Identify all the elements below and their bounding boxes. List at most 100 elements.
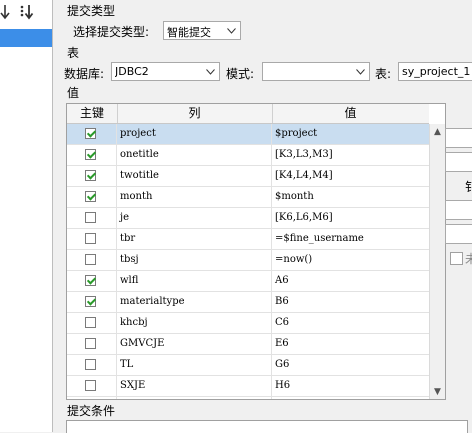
primary-key-checkbox[interactable] [85, 380, 96, 391]
primary-key-checkbox[interactable] [85, 170, 96, 181]
column-cell[interactable]: tbsj [117, 250, 272, 270]
value-cell[interactable]: C6 [272, 313, 429, 333]
chevron-down-icon[interactable] [352, 63, 369, 80]
primary-key-checkbox[interactable] [85, 191, 96, 202]
column-cell[interactable]: month [117, 187, 272, 207]
value-cell[interactable]: I6 [272, 397, 429, 399]
database-select[interactable]: JDBC2 [111, 62, 220, 81]
column-cell[interactable]: twotitle [117, 166, 272, 186]
value-cell[interactable]: $month [272, 187, 429, 207]
primary-key-checkbox[interactable] [85, 212, 96, 223]
selected-tree-item[interactable] [0, 29, 52, 47]
side-input-2[interactable] [445, 152, 472, 172]
key-cell [67, 145, 117, 165]
table-row[interactable]: tbsj =now() [67, 250, 429, 271]
primary-key-checkbox[interactable] [85, 338, 96, 349]
grid-header: 主键 列 值 [67, 104, 429, 124]
key-cell [67, 313, 117, 333]
column-cell[interactable]: GMVCJE [117, 334, 272, 354]
database-value: JDBC2 [115, 65, 149, 78]
submit-type-select[interactable]: 智能提交 [163, 21, 241, 40]
primary-key-checkbox[interactable] [85, 296, 96, 307]
primary-key-checkbox[interactable] [85, 275, 96, 286]
value-cell[interactable]: A6 [272, 271, 429, 291]
primary-key-checkbox[interactable] [85, 254, 96, 265]
value-cell[interactable]: G6 [272, 355, 429, 375]
primary-key-checkbox[interactable] [85, 359, 96, 370]
table-row[interactable]: je [K6,L6,M6] [67, 208, 429, 229]
column-cell[interactable]: khcbj [117, 313, 272, 333]
scroll-down-icon[interactable]: ▼ [430, 384, 445, 399]
value-cell[interactable]: [K6,L6,M6] [272, 208, 429, 228]
table-label: 表: [375, 67, 392, 81]
column-cell[interactable]: materialtype [117, 292, 272, 312]
grid-vertical-scrollbar[interactable]: ▲ ▼ [429, 124, 445, 399]
primary-key-checkbox[interactable] [85, 149, 96, 160]
side-button-fragment[interactable]: 钅 [465, 178, 472, 195]
chevron-down-icon[interactable] [202, 63, 219, 80]
side-input-1[interactable] [445, 128, 472, 148]
table-row[interactable]: onetitle [K3,L3,M3] [67, 145, 429, 166]
side-input-4[interactable] [445, 224, 472, 244]
side-checkbox[interactable] [450, 252, 463, 265]
left-toolbar [0, 0, 52, 28]
chevron-down-icon[interactable] [223, 22, 240, 39]
column-cell[interactable]: TL [117, 355, 272, 375]
value-cell[interactable]: [K3,L3,M3] [272, 145, 429, 165]
key-cell [67, 229, 117, 249]
table-row[interactable]: GMVCJE E6 [67, 334, 429, 355]
column-cell[interactable]: tbr [117, 229, 272, 249]
table-row[interactable]: SXJE H6 [67, 376, 429, 397]
table-row[interactable]: wlfl A6 [67, 271, 429, 292]
key-cell [67, 376, 117, 396]
submit-conditions-title: 提交条件 [67, 404, 116, 418]
value-cell[interactable]: B6 [272, 292, 429, 312]
database-label: 数据库: [64, 67, 105, 81]
table-row[interactable]: tbr =$fine_username [67, 229, 429, 250]
table-section-title: 表 [67, 46, 80, 60]
schema-select[interactable] [262, 62, 370, 81]
column-cell[interactable]: SXJE [117, 376, 272, 396]
table-row[interactable]: khcbj C6 [67, 313, 429, 334]
key-cell [67, 397, 117, 399]
column-cell[interactable]: onetitle [117, 145, 272, 165]
table-row[interactable]: TL G6 [67, 355, 429, 376]
header-column[interactable]: 列 [117, 104, 273, 123]
value-cell[interactable]: [K4,L4,M4] [272, 166, 429, 186]
scroll-up-icon[interactable]: ▲ [430, 124, 445, 139]
table-name-input[interactable]: sy_project_1 [398, 62, 472, 81]
left-pane [0, 0, 53, 432]
value-cell[interactable]: H6 [272, 376, 429, 396]
submit-type-section-title: 提交类型 [67, 4, 116, 18]
key-cell [67, 250, 117, 270]
header-key[interactable]: 主键 [67, 104, 118, 123]
table-row[interactable]: materialtype B6 [67, 292, 429, 313]
table-row[interactable]: NGI6 [67, 397, 429, 399]
value-cell[interactable]: =now() [272, 250, 429, 270]
header-value[interactable]: 值 [272, 104, 429, 123]
key-cell [67, 124, 117, 144]
side-checkbox-label: 未 [465, 252, 472, 266]
value-cell[interactable]: E6 [272, 334, 429, 354]
table-name-value: sy_project_1 [402, 65, 471, 78]
submit-conditions-area[interactable] [66, 420, 468, 433]
sort-icon[interactable] [0, 4, 10, 24]
column-cell[interactable]: wlfl [117, 271, 272, 291]
primary-key-checkbox[interactable] [85, 128, 96, 139]
side-input-3[interactable] [445, 200, 472, 220]
column-cell[interactable]: je [117, 208, 272, 228]
value-cell[interactable]: $project [272, 124, 429, 144]
primary-key-checkbox[interactable] [85, 317, 96, 328]
arrow-down-icon[interactable] [18, 4, 34, 24]
primary-key-checkbox[interactable] [85, 233, 96, 244]
table-row[interactable]: project $project [67, 124, 429, 145]
key-cell [67, 334, 117, 354]
key-cell [67, 166, 117, 186]
column-cell[interactable]: project [117, 124, 272, 144]
table-row[interactable]: twotitle [K4,L4,M4] [67, 166, 429, 187]
value-cell[interactable]: =$fine_username [272, 229, 429, 249]
table-row[interactable]: month $month [67, 187, 429, 208]
key-cell [67, 271, 117, 291]
column-cell[interactable]: NG [117, 397, 272, 399]
key-cell [67, 208, 117, 228]
